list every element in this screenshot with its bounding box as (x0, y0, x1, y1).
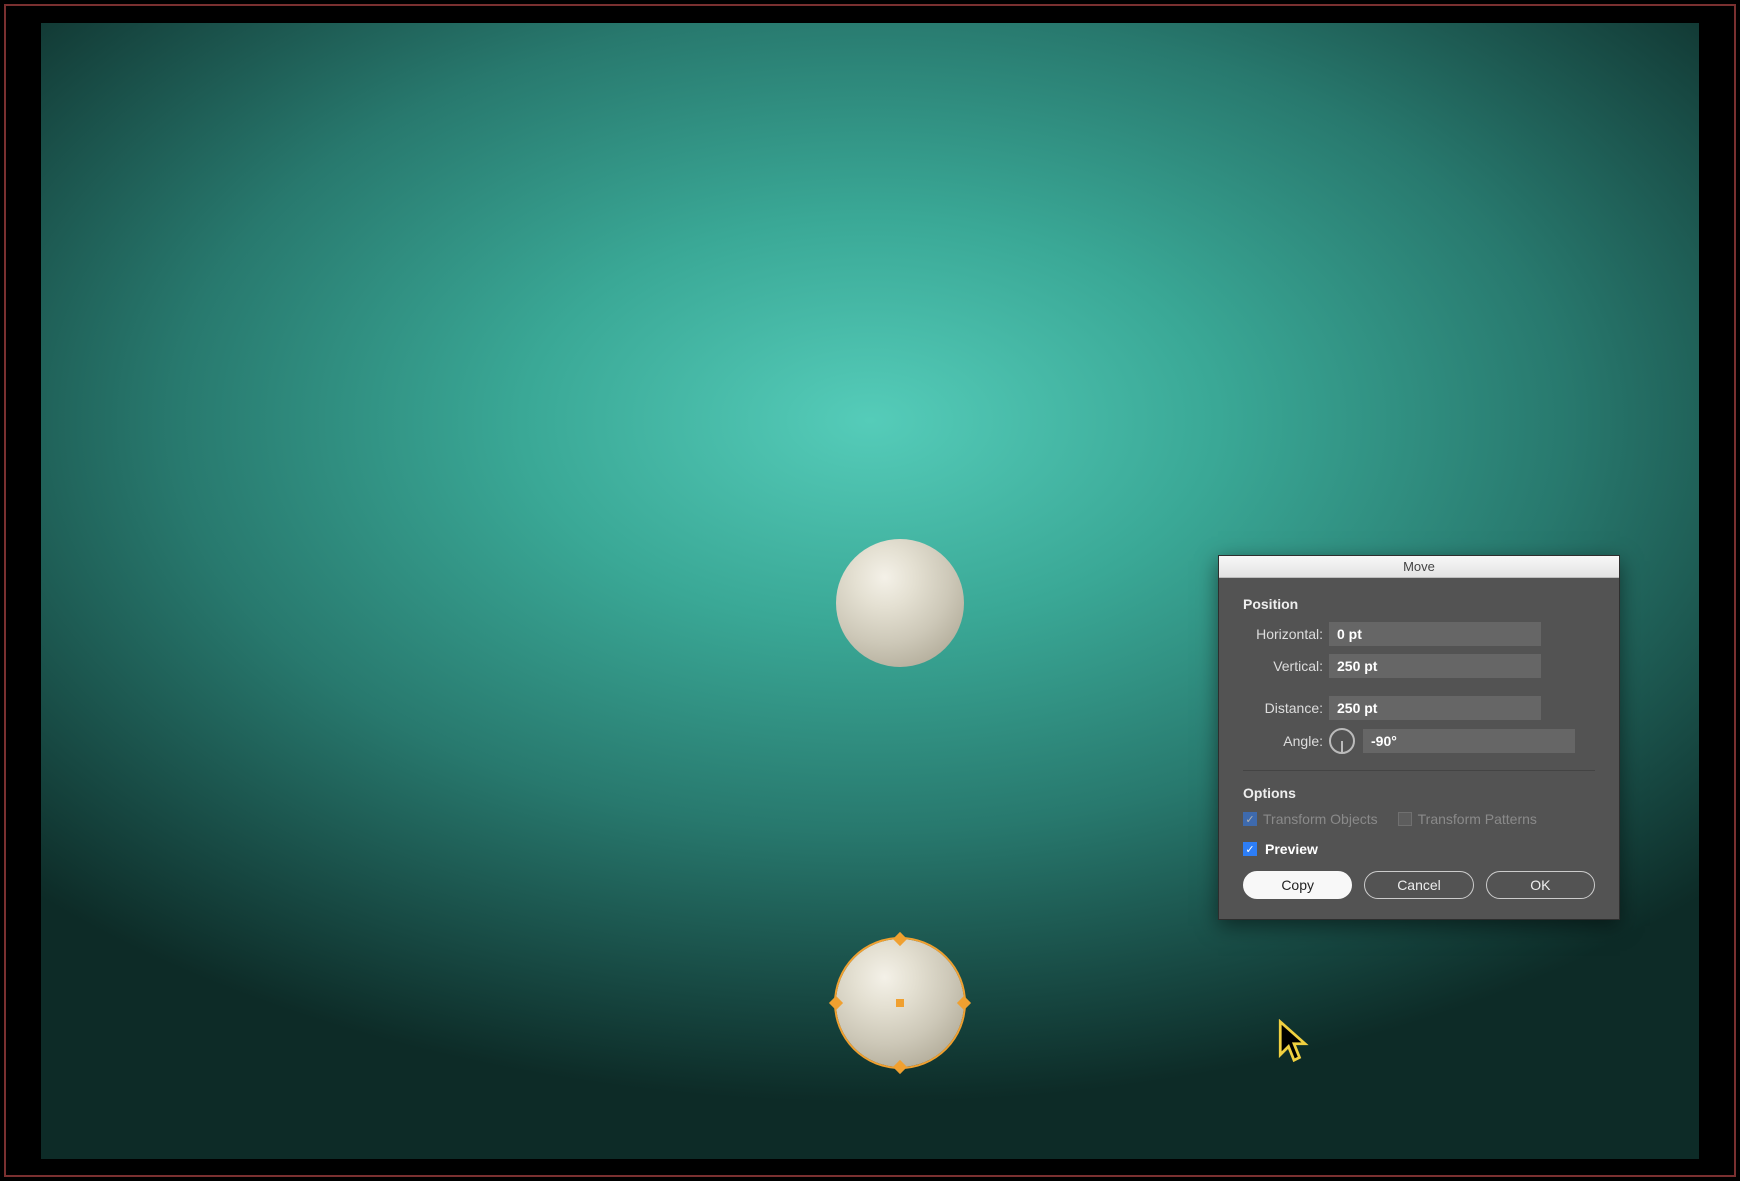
vertical-input[interactable] (1329, 654, 1541, 678)
selection-handle-n[interactable] (893, 932, 907, 946)
transform-patterns-label: Transform Patterns (1418, 811, 1537, 827)
position-section-label: Position (1243, 596, 1595, 612)
move-dialog: Move Position Horizontal: Vertical: Dist… (1218, 555, 1620, 920)
dialog-title[interactable]: Move (1219, 556, 1619, 578)
cancel-button-label: Cancel (1397, 877, 1441, 893)
copy-button[interactable]: Copy (1243, 871, 1352, 899)
preview-label: Preview (1265, 841, 1318, 857)
transform-patterns-checkbox (1398, 812, 1412, 826)
distance-label: Distance: (1243, 700, 1323, 716)
ok-button-label: OK (1530, 877, 1550, 893)
selection-handle-s[interactable] (893, 1060, 907, 1074)
angle-label: Angle: (1243, 733, 1323, 749)
horizontal-label: Horizontal: (1243, 626, 1323, 642)
angle-dial[interactable] (1329, 728, 1355, 754)
divider (1243, 770, 1595, 771)
preview-checkbox[interactable]: ✓ (1243, 842, 1257, 856)
selection-handle-e[interactable] (957, 996, 971, 1010)
sphere-original[interactable] (836, 539, 964, 667)
selection-handle-center[interactable] (896, 999, 904, 1007)
angle-input[interactable] (1363, 729, 1575, 753)
copy-button-label: Copy (1281, 877, 1314, 893)
ok-button[interactable]: OK (1486, 871, 1595, 899)
transform-objects-label: Transform Objects (1263, 811, 1378, 827)
angle-pointer-icon (1341, 741, 1343, 752)
selection-handle-w[interactable] (829, 996, 843, 1010)
sphere-copy-selected[interactable] (836, 939, 964, 1067)
vertical-label: Vertical: (1243, 658, 1323, 674)
distance-input[interactable] (1329, 696, 1541, 720)
transform-objects-checkbox: ✓ (1243, 812, 1257, 826)
cancel-button[interactable]: Cancel (1364, 871, 1473, 899)
horizontal-input[interactable] (1329, 622, 1541, 646)
selection-outline (834, 937, 966, 1069)
options-section-label: Options (1243, 785, 1595, 801)
